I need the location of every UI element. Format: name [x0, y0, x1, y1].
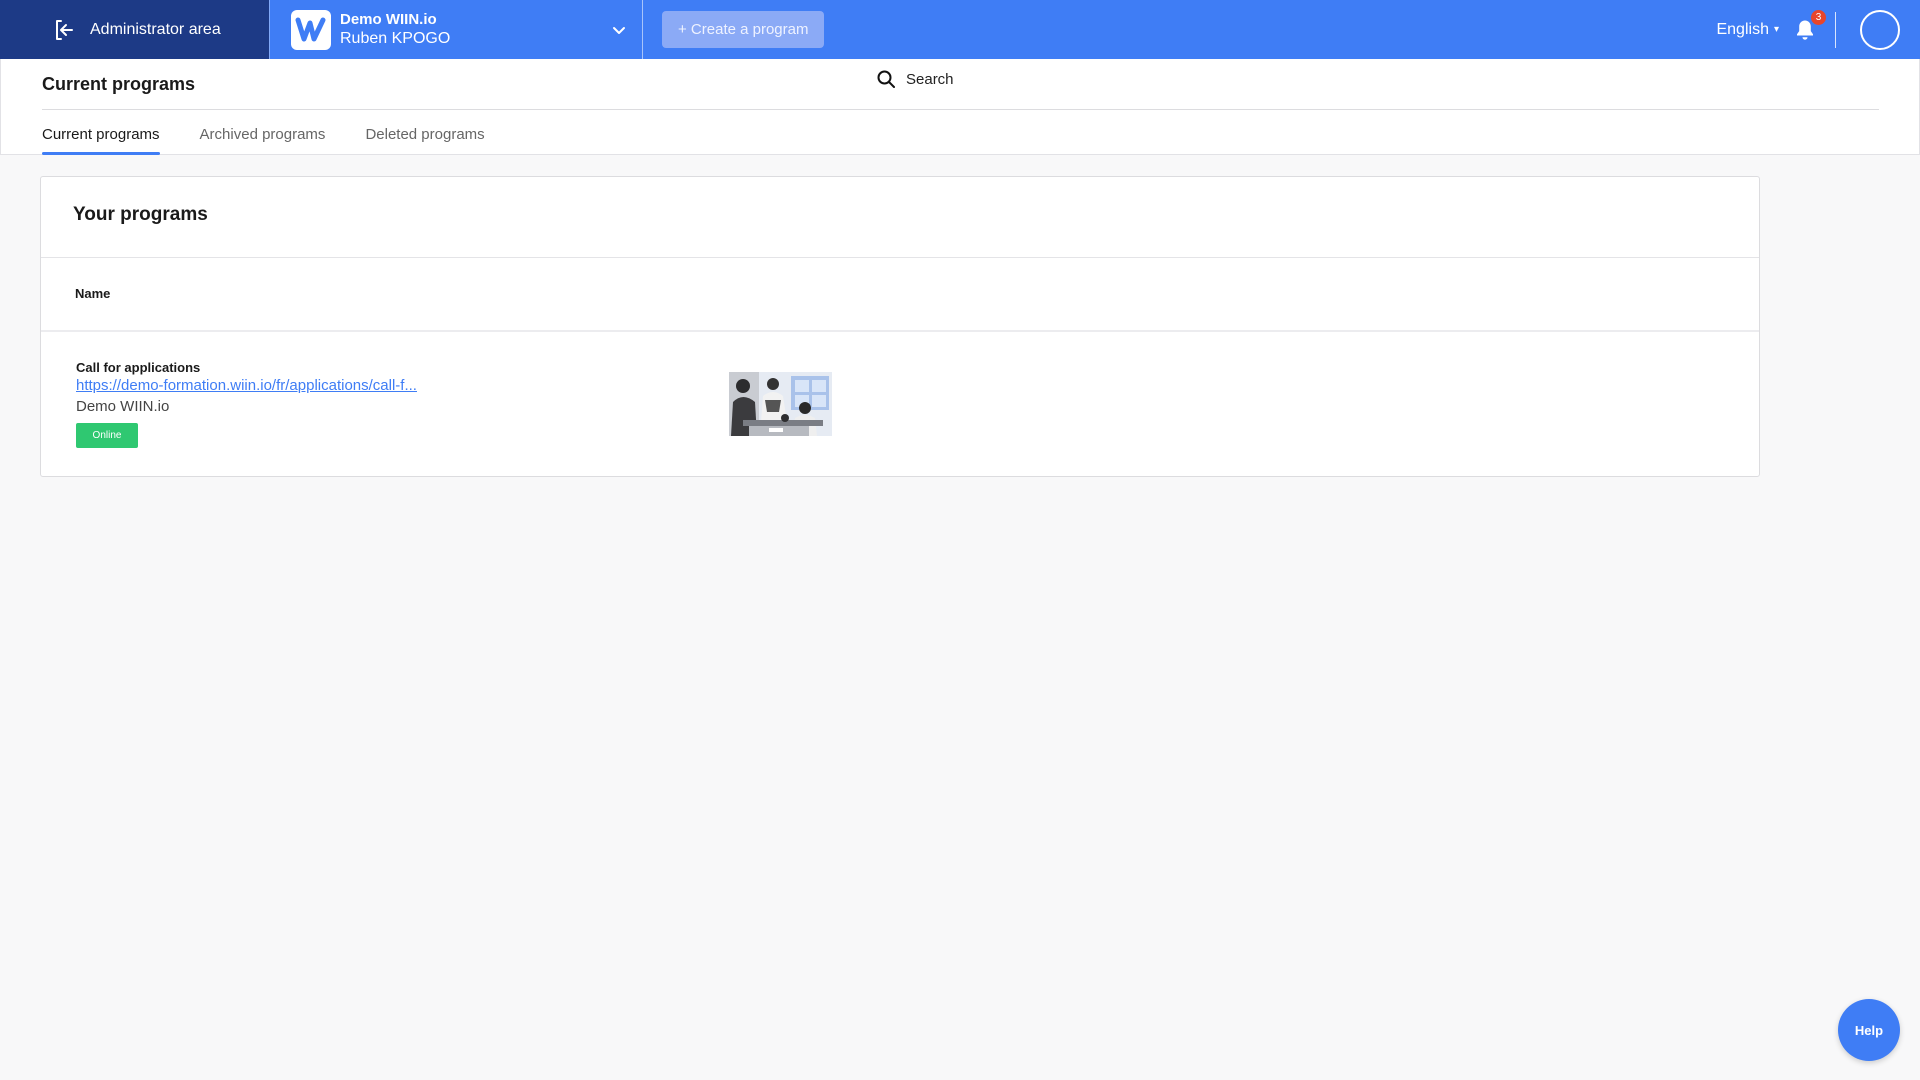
top-right-controls: English ▾ 3 — [1716, 0, 1920, 59]
programs-card-title: Your programs — [73, 204, 208, 225]
create-program-button[interactable]: + Create a program — [662, 11, 825, 48]
notification-count-badge: 3 — [1811, 9, 1826, 25]
help-button[interactable]: Help — [1838, 999, 1900, 1061]
column-header-name: Name — [75, 286, 111, 301]
tab-deleted-programs[interactable]: Deleted programs — [365, 126, 484, 155]
program-name: Call for applications — [76, 360, 201, 375]
notifications-button[interactable]: 3 — [1793, 9, 1826, 42]
administrator-area-label: Administrator area — [90, 20, 221, 38]
exit-arrow-icon — [52, 18, 76, 42]
administrator-area-link[interactable]: Administrator area — [0, 0, 269, 59]
page-header: Current programs Search Current programs… — [0, 59, 1920, 155]
tab-archived-programs[interactable]: Archived programs — [200, 126, 326, 155]
organization-info: Demo WIIN.io Ruben KPOGO — [340, 11, 610, 48]
program-organization: Demo WIIN.io — [76, 398, 170, 415]
search-field[interactable]: Search — [876, 69, 954, 89]
caret-down-icon: ▾ — [1773, 24, 1779, 35]
language-selector[interactable]: English ▾ — [1716, 21, 1779, 39]
search-icon — [876, 69, 896, 89]
card-divider — [41, 257, 1759, 258]
top-bar: Administrator area Demo WIIN.io Ruben KP… — [0, 0, 1920, 59]
program-tabs: Current programs Archived programs Delet… — [42, 126, 525, 155]
status-badge: Online — [76, 423, 138, 448]
search-label: Search — [906, 70, 954, 88]
page-title: Current programs — [42, 74, 196, 94]
program-link[interactable]: https://demo-formation.wiin.io/fr/applic… — [76, 377, 436, 394]
organization-switcher[interactable]: Demo WIIN.io Ruben KPOGO — [269, 0, 643, 59]
language-label: English — [1716, 20, 1769, 38]
topbar-divider — [1835, 11, 1836, 48]
header-divider — [42, 109, 1879, 110]
user-avatar[interactable] — [1860, 9, 1900, 50]
current-user-name: Ruben KPOGO — [340, 29, 451, 47]
table-row[interactable]: Call for applications https://demo-forma… — [41, 332, 1759, 477]
organization-name: Demo WIIN.io — [340, 10, 437, 28]
tab-current-programs[interactable]: Current programs — [42, 126, 160, 155]
programs-card: Your programs Name Call for applications… — [40, 176, 1760, 477]
chevron-down-icon — [610, 21, 628, 39]
wiin-logo-icon — [291, 9, 331, 50]
program-thumbnail — [729, 372, 832, 436]
